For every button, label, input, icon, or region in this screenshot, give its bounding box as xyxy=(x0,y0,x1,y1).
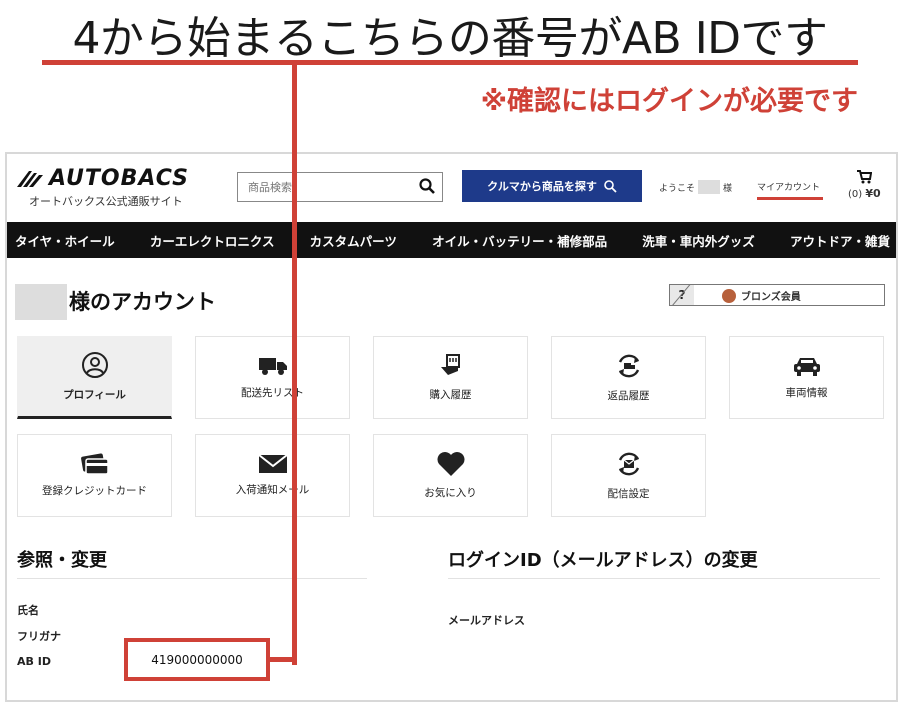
account-page-screenshot: AUTOBACS オートバックス公式通販サイト クルマから商品を探す ようこそ … xyxy=(5,152,898,702)
bronze-medal-icon xyxy=(722,288,736,303)
tile-label: 配信設定 xyxy=(607,488,650,500)
nav-item-outdoor[interactable]: アウトドア・雑貨 xyxy=(790,231,890,250)
email-label: メールアドレス xyxy=(448,614,525,627)
search-icon xyxy=(604,180,617,193)
user-circle-icon xyxy=(81,352,108,378)
car-icon xyxy=(793,358,820,376)
cart-count: (0) xyxy=(848,189,863,200)
search-input[interactable] xyxy=(246,173,420,201)
category-nav: タイヤ・ホイール カーエレクトロニクス カスタムパーツ オイル・バッテリー・補修… xyxy=(7,222,896,258)
return-truck-icon xyxy=(618,354,639,378)
tile-label: 購入履歴 xyxy=(429,389,472,401)
tile-favorites[interactable]: お気に入り xyxy=(373,434,528,517)
tile-label: 入荷通知メール xyxy=(235,484,310,496)
logo-text: AUTOBACS xyxy=(49,166,189,191)
tile-label: お気に入り xyxy=(424,487,477,499)
tile-credit-card[interactable]: 登録クレジットカード xyxy=(17,434,172,517)
mail-refresh-icon xyxy=(618,452,639,476)
annotation-headline: 4から始まるこちらの番号がAB IDです xyxy=(72,13,828,64)
credit-card-icon xyxy=(80,453,109,475)
tile-vehicle-info[interactable]: 車両情報 xyxy=(729,336,884,419)
ab-id-value: 419000000000 xyxy=(151,652,243,667)
tile-delivery-settings[interactable]: 配信設定 xyxy=(551,434,706,517)
search-icon[interactable] xyxy=(418,177,436,199)
heart-icon xyxy=(437,452,464,476)
callout-connector-horizontal xyxy=(266,657,297,662)
kana-label: フリガナ xyxy=(17,630,61,643)
callout-connector-vertical xyxy=(292,60,297,665)
receipt-hand-icon xyxy=(440,354,460,375)
logo-wings-icon xyxy=(17,170,43,187)
name-label: 氏名 xyxy=(17,604,39,617)
member-rank-bar[interactable]: ? ブロンズ会員 xyxy=(669,284,885,306)
car-search-button[interactable]: クルマから商品を探す xyxy=(462,170,642,202)
ab-id-value-highlight: 419000000000 xyxy=(124,638,270,681)
tile-label: 車両情報 xyxy=(785,387,828,399)
username-redacted xyxy=(698,180,721,194)
greeting-prefix: ようこそ xyxy=(659,183,696,194)
cart-icon xyxy=(857,170,873,184)
divider xyxy=(17,578,367,579)
login-id-heading: ログインID（メールアドレス）の変更 xyxy=(448,550,758,571)
tile-return-history[interactable]: 返品履歴 xyxy=(551,336,706,419)
nav-item-car-wash[interactable]: 洗車・車内外グッズ xyxy=(642,231,755,250)
rank-badge: ブロンズ会員 xyxy=(722,288,801,303)
username-redacted xyxy=(15,284,67,320)
envelope-icon xyxy=(257,454,288,473)
greeting: ようこそ 様 xyxy=(659,180,732,194)
reference-heading: 参照・変更 xyxy=(17,550,107,571)
my-account-active-indicator xyxy=(757,197,823,200)
nav-item-oil-battery[interactable]: オイル・バッテリー・補修部品 xyxy=(432,231,607,250)
autobacs-logo[interactable]: AUTOBACS オートバックス公式通販サイト xyxy=(15,166,189,209)
tile-purchase-history[interactable]: 購入履歴 xyxy=(373,336,528,419)
login-required-notice: ※確認にはログインが必要です xyxy=(480,86,858,117)
rank-label: ブロンズ会員 xyxy=(741,292,801,303)
nav-item-custom-parts[interactable]: カスタムパーツ xyxy=(310,231,397,250)
headline-underline xyxy=(42,60,858,65)
tile-label: 登録クレジットカード xyxy=(42,485,147,497)
nav-item-tires[interactable]: タイヤ・ホイール xyxy=(15,231,115,250)
tile-label: 返品履歴 xyxy=(607,390,650,402)
nav-item-car-electronics[interactable]: カーエレクトロニクス xyxy=(150,231,275,250)
tile-shipping-list[interactable]: 配送先リスト xyxy=(195,336,350,419)
logo-subtitle: オートバックス公式通販サイト xyxy=(29,195,183,208)
ab-id-label: AB ID xyxy=(17,655,51,668)
tile-label: プロフィール xyxy=(63,389,126,401)
car-search-label: クルマから商品を探す xyxy=(487,180,597,193)
tile-restock-mail[interactable]: 入荷通知メール xyxy=(195,434,350,517)
divider xyxy=(448,578,880,579)
tile-profile[interactable]: プロフィール xyxy=(17,336,172,419)
truck-icon xyxy=(258,358,287,375)
search-box xyxy=(237,172,443,202)
my-account-link[interactable]: マイアカウント xyxy=(757,180,820,193)
cart-button[interactable]: (0) ¥0 xyxy=(848,170,881,200)
greeting-suffix: 様 xyxy=(723,183,733,194)
cart-total: ¥0 xyxy=(865,187,881,200)
page-title: 様のアカウント xyxy=(69,290,216,314)
